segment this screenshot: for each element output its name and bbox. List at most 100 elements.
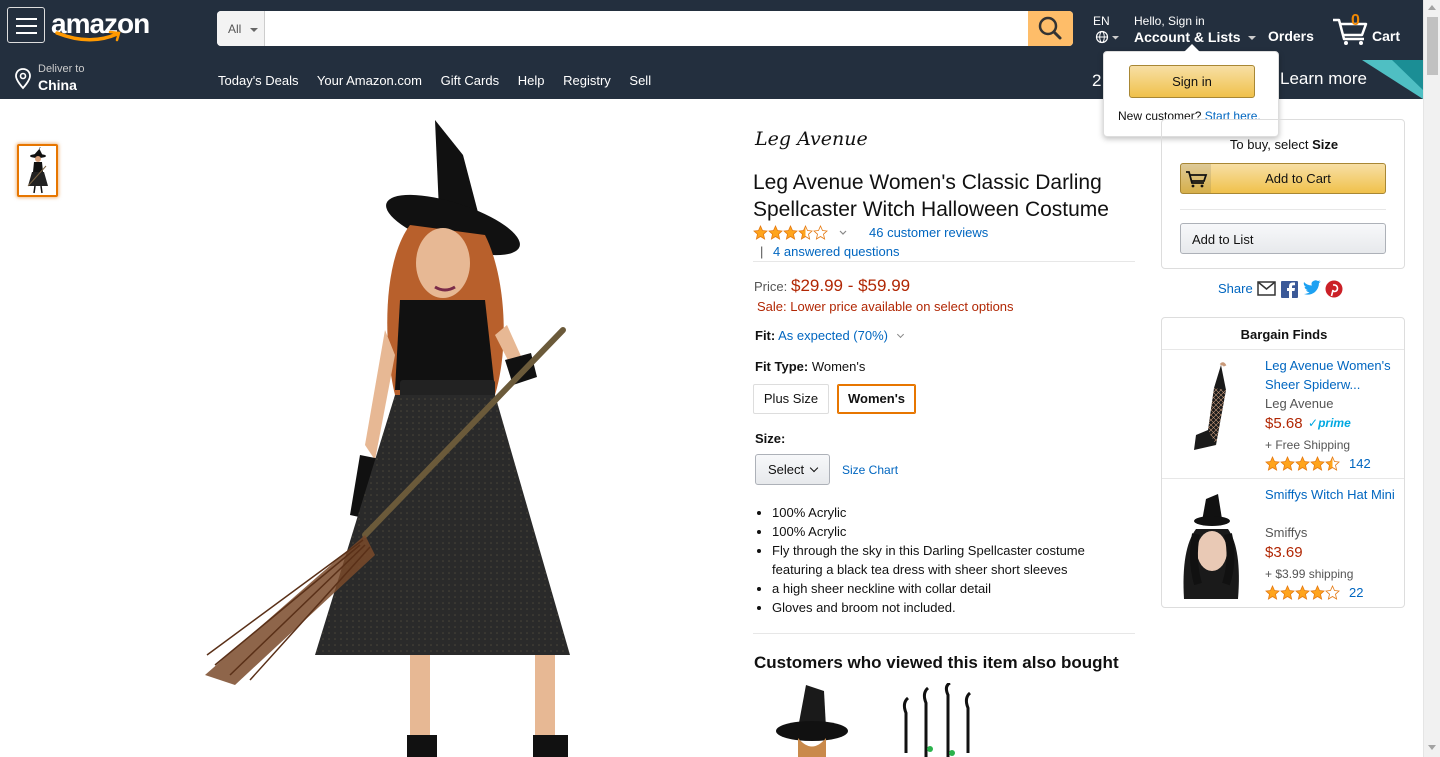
divider — [1180, 209, 1386, 210]
divider — [753, 633, 1135, 634]
rating-count[interactable]: 22 — [1349, 585, 1363, 600]
nav-link-gift-cards[interactable]: Gift Cards — [441, 73, 500, 88]
account-lists-label: Account & Lists — [1134, 29, 1241, 45]
facebook-icon[interactable] — [1281, 281, 1298, 298]
cart-button[interactable]: 0 Cart — [1331, 12, 1406, 46]
nav-link-sell[interactable]: Sell — [629, 73, 651, 88]
bargain-item-shipping: + Free Shipping — [1265, 438, 1351, 452]
also-bought-witch-fingers-image[interactable] — [896, 683, 980, 757]
pinterest-icon[interactable] — [1325, 280, 1343, 298]
chevron-down-icon — [809, 463, 819, 473]
search-icon — [1038, 16, 1062, 40]
promo-text[interactable]: 2 — [1092, 71, 1101, 91]
nav-link-registry[interactable]: Registry — [563, 73, 611, 88]
bargain-item-price: $3.69 — [1265, 544, 1303, 561]
bargain-finds-title: Bargain Finds — [1240, 327, 1328, 342]
fit-option-plus-size[interactable]: Plus Size — [753, 384, 829, 414]
bargain-item-shipping: + $3.99 shipping — [1265, 567, 1354, 581]
menu-icon[interactable] — [7, 7, 45, 43]
account-menu[interactable]: Hello, Sign in Account & Lists — [1134, 14, 1257, 45]
amazon-smile-icon — [55, 30, 121, 42]
nav-links: Today's Deals Your Amazon.com Gift Cards… — [218, 73, 666, 88]
add-to-list-button[interactable]: Add to List — [1180, 223, 1386, 254]
add-to-cart-button[interactable]: Add to Cart — [1180, 163, 1386, 194]
bargain-item[interactable]: Smiffys Witch Hat Mini Smiffys $3.69 + $… — [1162, 479, 1404, 607]
bargain-item-name[interactable]: Smiffys Witch Hat Mini — [1265, 485, 1397, 504]
feature-bullet: Gloves and broom not included. — [772, 598, 1132, 617]
language-label: EN — [1093, 14, 1110, 28]
share-icons — [1257, 279, 1347, 302]
scrollbar[interactable] — [1423, 0, 1440, 757]
answered-questions-link[interactable]: 4 answered questions — [773, 244, 899, 259]
search-input[interactable] — [265, 11, 1028, 46]
fit-option-womens[interactable]: Women's — [837, 384, 916, 414]
flyout-arrow — [1184, 44, 1200, 52]
star-rating-icon — [753, 225, 847, 240]
size-chart-link[interactable]: Size Chart — [842, 463, 898, 477]
to-buy-size: Size — [1312, 137, 1339, 152]
rating-stars[interactable] — [1265, 585, 1345, 603]
chevron-down-icon[interactable] — [896, 330, 904, 339]
brand-logo[interactable]: Leg Avenue — [755, 128, 868, 150]
scroll-down-icon[interactable] — [1428, 745, 1436, 750]
fit-type-value: Women's — [811, 359, 866, 374]
fit-value-link[interactable]: As expected (70%) — [778, 328, 888, 343]
rating-stars[interactable] — [753, 225, 853, 244]
search-category-dropdown[interactable]: All — [217, 11, 265, 46]
size-dropdown[interactable]: Select — [755, 454, 830, 485]
also-bought-witch-hat-image[interactable] — [776, 683, 850, 757]
star-rating-icon — [1265, 585, 1340, 600]
feature-bullet: 100% Acrylic — [772, 522, 1132, 541]
bargain-finds-widget: Bargain Finds Leg Avenue Women's Sheer S… — [1161, 317, 1405, 608]
bargain-item[interactable]: Leg Avenue Women's Sheer Spiderw... Leg … — [1162, 350, 1404, 478]
product-thumbnail[interactable] — [17, 144, 58, 197]
answered-questions: | 4 answered questions — [760, 244, 900, 259]
nav-link-help[interactable]: Help — [518, 73, 545, 88]
fit-type-label: Fit Type: — [755, 359, 809, 374]
rating-stars[interactable] — [1265, 456, 1345, 474]
bargain-item-image-spider-gloves — [1194, 362, 1227, 450]
signin-button[interactable]: Sign in — [1129, 65, 1255, 98]
bargain-item-brand: Smiffys — [1265, 525, 1308, 540]
price-label: Price: — [754, 279, 788, 294]
witch-thumbnail-image — [27, 147, 48, 194]
caret-down-icon — [249, 27, 258, 32]
nav-link-todays-deals[interactable]: Today's Deals — [218, 73, 299, 88]
size-label: Size: — [755, 431, 786, 446]
prime-badge: ✓prime — [1308, 416, 1351, 430]
bargain-item-price: $5.68 — [1265, 415, 1303, 432]
product-main-image[interactable] — [195, 115, 595, 757]
size-dropdown-value: Select — [768, 462, 805, 477]
sale-text: Sale: Lower price available on select op… — [757, 299, 1014, 314]
language-selector[interactable]: EN — [1093, 14, 1123, 47]
deliver-country: China — [38, 77, 77, 93]
customer-reviews-link[interactable]: 46 customer reviews — [869, 225, 988, 240]
twitter-icon[interactable] — [1303, 280, 1321, 295]
to-buy-text: To buy, select Size — [1162, 137, 1406, 152]
bargain-item-image-witch-hat — [1183, 494, 1239, 599]
fit-label: Fit: — [755, 328, 776, 343]
to-buy-prefix: To buy, select — [1229, 137, 1309, 152]
promo-learn-more[interactable]: Learn more — [1280, 69, 1367, 89]
feature-bullets: 100% Acrylic 100% Acrylic Fly through th… — [772, 503, 1132, 617]
cart-icon — [1181, 164, 1211, 193]
rating-count[interactable]: 142 — [1349, 456, 1371, 471]
buy-box: To buy, select Size Add to Cart Add to L… — [1161, 119, 1405, 269]
share-label: Share — [1218, 281, 1253, 296]
nav-link-your-amazon[interactable]: Your Amazon.com — [317, 73, 422, 88]
star-rating-icon — [1265, 456, 1340, 471]
divider — [753, 261, 1135, 262]
search-category-label: All — [228, 22, 242, 36]
search-button[interactable] — [1028, 11, 1073, 46]
bargain-item-name[interactable]: Leg Avenue Women's Sheer Spiderw... — [1265, 356, 1397, 394]
search-bar: All — [217, 11, 1073, 46]
orders-link[interactable]: Orders — [1268, 28, 1314, 44]
also-bought-title: Customers who viewed this item also boug… — [754, 653, 1119, 672]
scroll-up-icon[interactable] — [1428, 5, 1436, 10]
fit-type-info: Fit Type: Women's — [755, 359, 865, 374]
globe-icon — [1095, 30, 1119, 44]
scroll-thumb[interactable] — [1427, 17, 1438, 75]
promo-graphic — [1362, 60, 1423, 99]
email-icon[interactable] — [1257, 281, 1276, 296]
cart-count: 0 — [1351, 12, 1360, 29]
